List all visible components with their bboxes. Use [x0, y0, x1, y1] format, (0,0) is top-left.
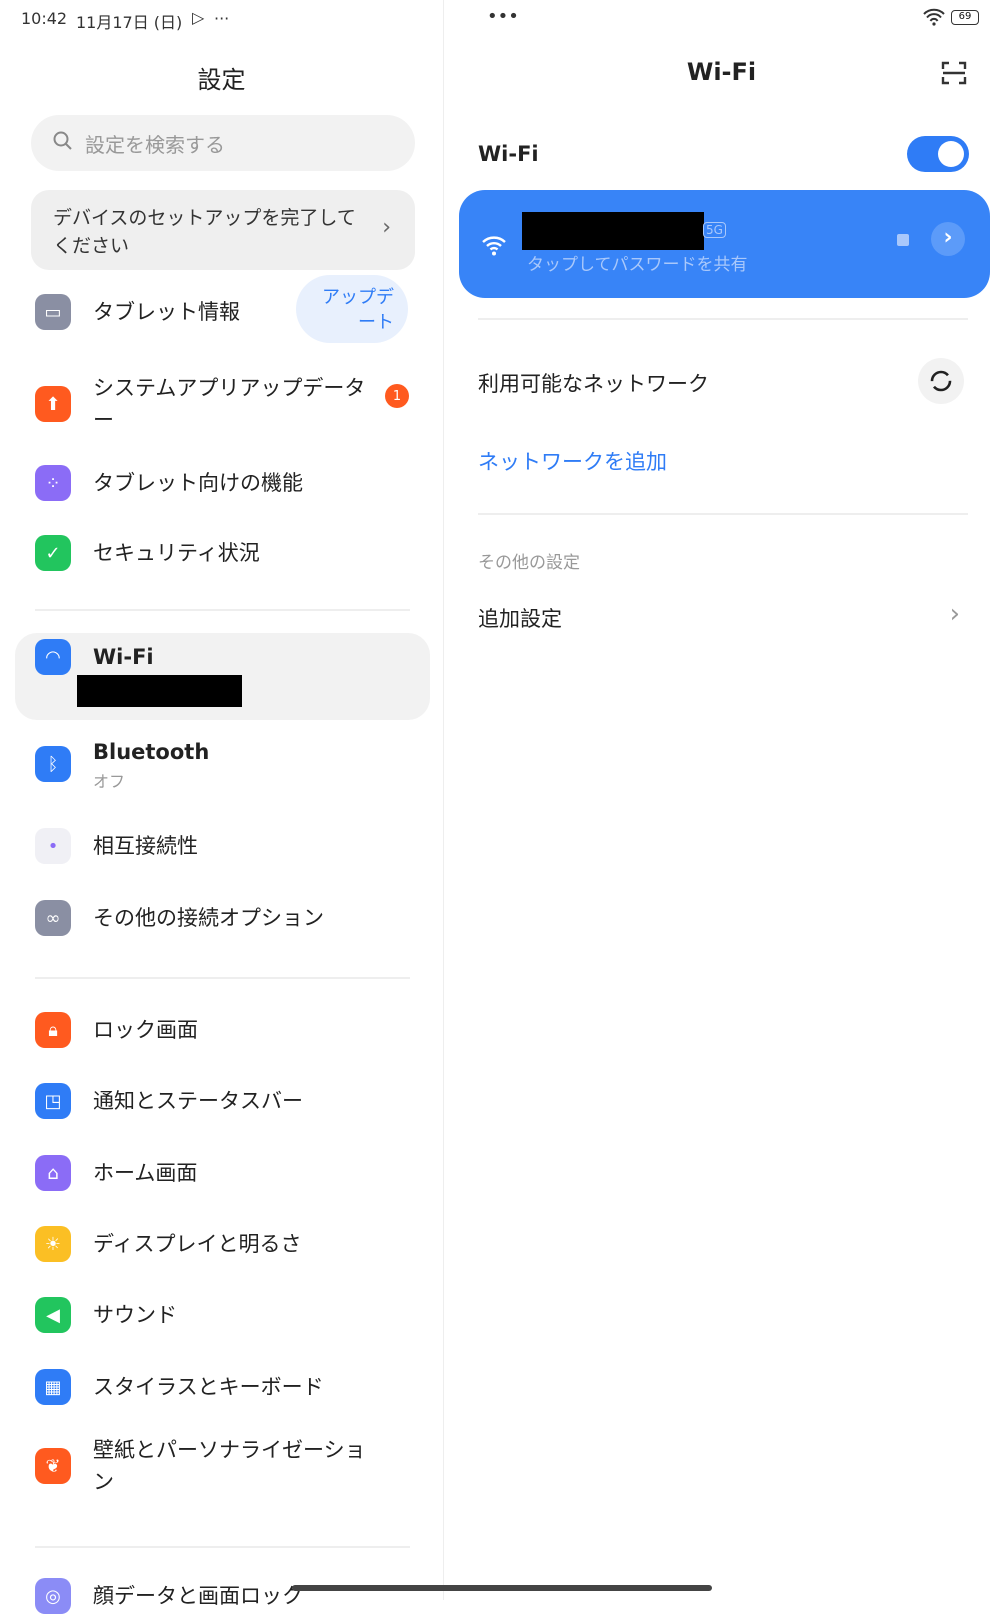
search-icon — [53, 131, 73, 156]
sidebar-item-label: Wi-Fi — [93, 645, 154, 669]
multiwindow-dots[interactable]: ••• — [487, 6, 519, 27]
divider — [35, 1546, 410, 1548]
sidebar-item-11[interactable]: ☀ ディスプレイと明るさ — [35, 1226, 415, 1262]
wifi-signal-icon — [481, 234, 507, 260]
loading-icon — [930, 370, 952, 392]
fingerprint-icon: ◎ — [35, 1578, 71, 1614]
sidebar-item-label: システムアプリアップデーター — [93, 376, 366, 432]
divider — [35, 609, 410, 611]
dots-icon: • — [35, 828, 71, 864]
tablet-icon: ▭ — [35, 294, 71, 330]
play-icon: ▷ — [192, 8, 205, 27]
sidebar-item-1[interactable]: ⬆ システムアプリアップデーター — [35, 372, 415, 436]
sidebar-item-2[interactable]: ⁘ タブレット向けの機能 — [35, 465, 415, 501]
status-time: 10:42 — [21, 9, 68, 28]
connected-network-card[interactable]: 5G タップしてパスワードを共有 › — [459, 190, 990, 298]
tulip-icon: ❦ — [35, 1448, 71, 1484]
setup-banner[interactable]: デバイスのセットアップを完了してください › — [31, 190, 415, 270]
search-input[interactable]: 設定を検索する — [31, 115, 415, 171]
scan-qr-icon[interactable] — [941, 60, 967, 90]
sidebar-item-8[interactable]: 🔒︎ ロック画面 — [35, 1012, 415, 1048]
sidebar-item-label: 顔データと画面ロック — [93, 1584, 303, 1608]
wifi-status-icon — [923, 8, 945, 30]
page-title: 設定 — [197, 66, 246, 94]
bluetooth-icon: ᛒ — [35, 746, 71, 782]
divider — [478, 513, 968, 515]
sidebar-item-sub: オフ — [93, 772, 126, 791]
pane-divider — [443, 0, 444, 1600]
wifi-toggle-label: Wi-Fi — [478, 142, 539, 166]
chevron-right-icon: › — [949, 599, 960, 629]
redacted-ssid — [77, 675, 242, 707]
sidebar-item-14[interactable]: ❦ 壁紙とパーソナライゼーション — [35, 1434, 415, 1498]
additional-settings-label: 追加設定 — [478, 607, 562, 631]
sidebar-item-6[interactable]: • 相互接続性 — [35, 828, 415, 864]
search-placeholder: 設定を検索する — [85, 132, 225, 157]
sidebar-item-label: その他の接続オプション — [93, 906, 324, 930]
sidebar-item-label: セキュリティ状況 — [93, 541, 260, 565]
shield-check-icon: ✓ — [35, 535, 71, 571]
divider — [35, 977, 410, 979]
divider — [478, 318, 968, 320]
add-network-link[interactable]: ネットワークを追加 — [478, 446, 667, 476]
sidebar-item-label: 通知とステータスバー — [93, 1089, 303, 1113]
home-indicator[interactable] — [292, 1585, 712, 1591]
sun-icon: ☀ — [35, 1226, 71, 1262]
wifi-icon: ◠ — [35, 639, 71, 675]
sidebar-item-label: タブレット向けの機能 — [93, 471, 303, 495]
sidebar-item-13[interactable]: ▦ スタイラスとキーボード — [35, 1369, 415, 1405]
wifi-page-title: Wi-Fi — [686, 58, 757, 86]
sidebar-item-12[interactable]: ◀ サウンド — [35, 1297, 415, 1333]
network-details-button[interactable]: › — [931, 222, 965, 256]
setup-banner-text: デバイスのセットアップを完了してください — [53, 207, 356, 257]
chevron-right-icon: › — [382, 215, 391, 240]
sidebar-item-4[interactable]: ◠ Wi-Fi — [35, 639, 415, 675]
update-badge: 1 — [385, 384, 409, 408]
more-status-icon: ··· — [214, 9, 230, 28]
sidebar-item-5[interactable]: ᛒ Bluetooth オフ — [35, 736, 415, 792]
additional-settings-row[interactable]: 追加設定 › — [478, 599, 968, 639]
band-badge: 5G — [703, 222, 726, 238]
toggle-knob — [938, 141, 964, 167]
arrow-up-icon: ⬆ — [35, 386, 71, 422]
refresh-scan-button[interactable] — [918, 358, 964, 404]
battery-icon: 69 — [951, 10, 979, 25]
sidebar-item-label: 壁紙とパーソナライゼーション — [93, 1438, 366, 1494]
redacted-ssid — [522, 212, 704, 250]
sidebar-item-7[interactable]: ∞ その他の接続オプション — [35, 900, 415, 936]
sidebar-item-label: Bluetooth — [93, 740, 210, 764]
home-icon: ⌂ — [35, 1155, 71, 1191]
grid-icon: ⁘ — [35, 465, 71, 501]
lock-icon: 🔒︎ — [35, 1012, 71, 1048]
lock-icon — [897, 234, 909, 246]
sidebar-item-3[interactable]: ✓ セキュリティ状況 — [35, 535, 415, 571]
sidebar-item-label: 相互接続性 — [93, 834, 198, 858]
sidebar-item-10[interactable]: ⌂ ホーム画面 — [35, 1155, 415, 1191]
status-date: 11月17日 (日) — [76, 13, 183, 32]
link-icon: ∞ — [35, 900, 71, 936]
update-button[interactable]: アップデート — [296, 275, 408, 343]
share-password-text: タップしてパスワードを共有 — [527, 255, 748, 275]
sidebar-item-label: ホーム画面 — [93, 1161, 198, 1185]
notification-icon: ◳ — [35, 1083, 71, 1119]
available-networks-label: 利用可能なネットワーク — [478, 372, 709, 396]
sidebar-item-label: サウンド — [93, 1303, 177, 1327]
sidebar-item-label: スタイラスとキーボード — [93, 1375, 324, 1399]
speaker-icon: ◀ — [35, 1297, 71, 1333]
sidebar-item-label: タブレット情報 — [93, 300, 240, 324]
wifi-toggle[interactable] — [907, 136, 969, 172]
keyboard-icon: ▦ — [35, 1369, 71, 1405]
sidebar-item-label: ディスプレイと明るさ — [93, 1232, 302, 1256]
sidebar-item-9[interactable]: ◳ 通知とステータスバー — [35, 1083, 415, 1119]
other-settings-header: その他の設定 — [478, 553, 580, 573]
sidebar-item-15[interactable]: ◎ 顔データと画面ロック — [35, 1578, 415, 1614]
sidebar-item-label: ロック画面 — [93, 1018, 198, 1042]
